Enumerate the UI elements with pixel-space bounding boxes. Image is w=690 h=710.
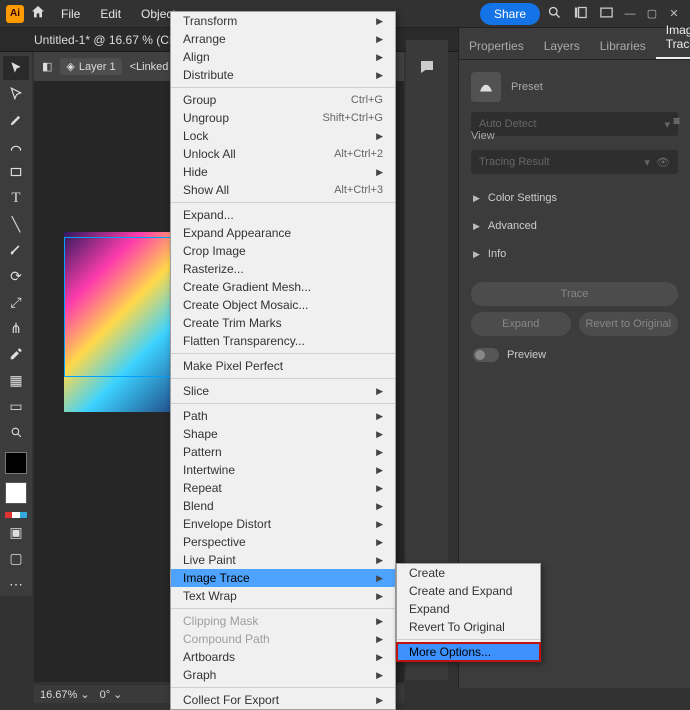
menuitem-blend[interactable]: Blend▶ xyxy=(171,497,395,515)
menuitem-lock[interactable]: Lock▶ xyxy=(171,127,395,145)
preview-toggle[interactable] xyxy=(473,348,499,362)
menuitem-live-paint[interactable]: Live Paint▶ xyxy=(171,551,395,569)
scale-tool[interactable]: ⤢ xyxy=(3,290,29,314)
direct-selection-tool[interactable] xyxy=(3,82,29,106)
menuitem-slice[interactable]: Slice▶ xyxy=(171,382,395,400)
menuitem-artboards[interactable]: Artboards▶ xyxy=(171,648,395,666)
eye-icon[interactable]: 👁 xyxy=(656,157,670,169)
menuitem-path[interactable]: Path▶ xyxy=(171,407,395,425)
chevron-down-icon: ▾ xyxy=(644,157,650,169)
rotate-tool[interactable]: ⟳ xyxy=(3,264,29,288)
menuitem-expand-appearance[interactable]: Expand Appearance xyxy=(171,224,395,242)
menuitem-ungroup[interactable]: UngroupShift+Ctrl+G xyxy=(171,109,395,127)
menuitem-graph[interactable]: Graph▶ xyxy=(171,666,395,684)
color-mode-strip[interactable] xyxy=(5,512,27,518)
image-trace-submenu: CreateCreate and ExpandExpandRevert To O… xyxy=(396,563,541,662)
line-tool[interactable]: ╲ xyxy=(3,212,29,236)
menuitem-align[interactable]: Align▶ xyxy=(171,48,395,66)
menuitem-arrange[interactable]: Arrange▶ xyxy=(171,30,395,48)
preset-label: Preset xyxy=(511,81,543,93)
panel-menu-icon[interactable]: ≡ xyxy=(673,114,680,128)
menuitem-repeat[interactable]: Repeat▶ xyxy=(171,479,395,497)
menuitem-expand[interactable]: Expand xyxy=(397,600,540,618)
home-icon[interactable] xyxy=(26,4,50,23)
workspace-icon[interactable] xyxy=(568,5,592,23)
share-button[interactable]: Share xyxy=(480,3,540,25)
menuitem-collect-for-export[interactable]: Collect For Export▶ xyxy=(171,691,395,709)
menuitem-revert-to-original[interactable]: Revert To Original xyxy=(397,618,540,636)
menuitem-transform[interactable]: Transform▶ xyxy=(171,12,395,30)
layer-chip[interactable]: ◈ Layer 1 xyxy=(60,58,121,75)
menuitem-show-all[interactable]: Show AllAlt+Ctrl+3 xyxy=(171,181,395,199)
menuitem-crop-image[interactable]: Crop Image xyxy=(171,242,395,260)
menu-file[interactable]: File xyxy=(52,3,89,25)
menuitem-rasterize[interactable]: Rasterize... xyxy=(171,260,395,278)
panel-tab-libraries[interactable]: Libraries xyxy=(590,33,656,59)
menuitem-expand[interactable]: Expand... xyxy=(171,206,395,224)
search-icon[interactable] xyxy=(542,5,566,23)
object-menu: Transform▶Arrange▶Align▶Distribute▶ Grou… xyxy=(170,11,396,710)
expand-button[interactable]: Expand xyxy=(471,312,571,336)
menuitem-shape[interactable]: Shape▶ xyxy=(171,425,395,443)
menuitem-create-trim-marks[interactable]: Create Trim Marks xyxy=(171,314,395,332)
selection-tool[interactable] xyxy=(3,56,29,80)
revert-button[interactable]: Revert to Original xyxy=(579,312,679,336)
image-trace-icon xyxy=(471,72,501,102)
menuitem-create-gradient-mesh[interactable]: Create Gradient Mesh... xyxy=(171,278,395,296)
width-tool[interactable]: ⋔ xyxy=(3,316,29,340)
menuitem-text-wrap[interactable]: Text Wrap▶ xyxy=(171,587,395,605)
menuitem-group[interactable]: GroupCtrl+G xyxy=(171,91,395,109)
pen-tool[interactable] xyxy=(3,108,29,132)
brush-tool[interactable] xyxy=(3,238,29,262)
menuitem-clipping-mask: Clipping Mask▶ xyxy=(171,612,395,630)
more-tools-icon[interactable]: ⋯ xyxy=(3,572,29,596)
screen-mode-icon[interactable]: ▢ xyxy=(3,546,29,570)
app-icon: Ai xyxy=(6,5,24,23)
panel-tab-properties[interactable]: Properties xyxy=(459,33,534,59)
menu-edit[interactable]: Edit xyxy=(91,3,130,25)
menuitem-compound-path: Compound Path▶ xyxy=(171,630,395,648)
menuitem-intertwine[interactable]: Intertwine▶ xyxy=(171,461,395,479)
zoom-tool[interactable] xyxy=(3,420,29,444)
artboard-tool[interactable]: ▭ xyxy=(3,394,29,418)
view-dropdown[interactable]: Tracing Result ▾ 👁 xyxy=(471,150,678,174)
menuitem-perspective[interactable]: Perspective▶ xyxy=(171,533,395,551)
menuitem-hide[interactable]: Hide▶ xyxy=(171,163,395,181)
gradient-tool[interactable]: ▦ xyxy=(3,368,29,392)
rotation-dropdown[interactable]: 0° ⌄ xyxy=(100,688,123,701)
embed-icon[interactable]: ◧ xyxy=(42,60,52,73)
menuitem-create-object-mosaic[interactable]: Create Object Mosaic... xyxy=(171,296,395,314)
menuitem-image-trace[interactable]: Image Trace▶ xyxy=(171,569,395,587)
chevron-down-icon: ▾ xyxy=(664,118,670,131)
stroke-swatch[interactable] xyxy=(5,482,27,504)
menuitem-unlock-all[interactable]: Unlock AllAlt+Ctrl+2 xyxy=(171,145,395,163)
menuitem-flatten-transparency[interactable]: Flatten Transparency... xyxy=(171,332,395,350)
zoom-dropdown[interactable]: 16.67% ⌄ xyxy=(40,688,90,701)
menuitem-create[interactable]: Create xyxy=(397,564,540,582)
comment-icon[interactable] xyxy=(418,58,436,76)
eyedropper-tool[interactable] xyxy=(3,342,29,366)
rectangle-tool[interactable] xyxy=(3,160,29,184)
arrange-docs-icon[interactable] xyxy=(594,5,618,23)
menuitem-create-and-expand[interactable]: Create and Expand xyxy=(397,582,540,600)
type-tool[interactable]: T xyxy=(3,186,29,210)
trace-button[interactable]: Trace xyxy=(471,282,678,306)
preview-label: Preview xyxy=(507,349,546,361)
menuitem-distribute[interactable]: Distribute▶ xyxy=(171,66,395,84)
panel-tab-image-trace[interactable]: Image Trace xyxy=(656,17,690,59)
menuitem-pattern[interactable]: Pattern▶ xyxy=(171,443,395,461)
draw-mode-icon[interactable]: ▣ xyxy=(3,520,29,544)
menuitem-more-options[interactable]: More Options... xyxy=(397,643,540,661)
menuitem-make-pixel-perfect[interactable]: Make Pixel Perfect xyxy=(171,357,395,375)
curvature-tool[interactable] xyxy=(3,134,29,158)
window-minimize-icon[interactable]: — xyxy=(620,8,640,20)
accordion-advanced[interactable]: ▶Advanced xyxy=(459,212,690,240)
accordion-info[interactable]: ▶Info xyxy=(459,240,690,268)
tool-palette: T ╲ ⟳ ⤢ ⋔ ▦ ▭ ▣ ▢ ⋯ xyxy=(0,52,32,596)
fill-swatch[interactable] xyxy=(5,452,27,474)
accordion-color-settings[interactable]: ▶Color Settings xyxy=(459,184,690,212)
menuitem-envelope-distort[interactable]: Envelope Distort▶ xyxy=(171,515,395,533)
panel-tab-layers[interactable]: Layers xyxy=(534,33,590,59)
